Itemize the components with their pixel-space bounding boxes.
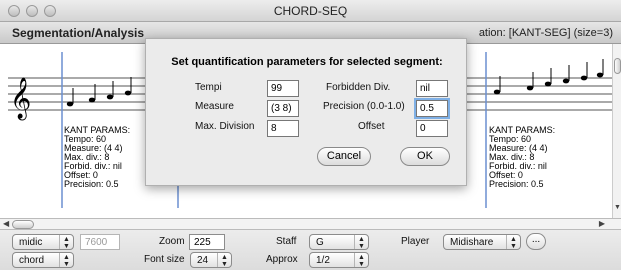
- font-size-label: Font size: [144, 254, 185, 265]
- player-options-button[interactable]: ...: [526, 233, 546, 250]
- staff-select[interactable]: G ▲ ▼: [309, 234, 369, 250]
- staff-label: Staff: [276, 236, 297, 247]
- kant-param-line: Precision: 0.5: [489, 179, 544, 189]
- scroll-left-icon[interactable]: ◀: [3, 219, 9, 228]
- mode-value-field: 7600: [80, 234, 120, 250]
- tempi-label: Tempi: [195, 82, 222, 93]
- chevron-updown-icon: ▲ ▼: [506, 235, 520, 250]
- chevron-updown-icon: ▲ ▼: [59, 253, 73, 268]
- ok-button[interactable]: OK: [400, 147, 450, 166]
- max-division-label: Max. Division: [195, 121, 255, 132]
- kant-params-right: KANT PARAMS: Tempo: 60 Measure: (4 4) Ma…: [489, 126, 555, 189]
- player-select[interactable]: Midishare ▲ ▼: [443, 234, 521, 250]
- controls-bar: midic ▲ ▼ 7600 chord ▲ ▼ Zoom 225 Font siz…: [0, 230, 621, 270]
- segmentation-title: Segmentation/Analysis: [12, 26, 145, 40]
- measure-label: Measure: [195, 101, 234, 112]
- measure-field[interactable]: (3 8): [267, 100, 299, 117]
- tempi-field[interactable]: 99: [267, 80, 299, 97]
- forbidden-div-label: Forbidden Div.: [326, 82, 391, 93]
- mode-select[interactable]: midic ▲ ▼: [12, 234, 74, 250]
- scroll-down-icon[interactable]: ▼: [614, 204, 621, 211]
- chevron-updown-icon: ▲ ▼: [59, 235, 73, 250]
- mode-select-value: midic: [19, 237, 43, 248]
- player-value: Midishare: [450, 237, 494, 248]
- treble-clef-icon: 𝄞: [10, 77, 31, 120]
- staff-value: G: [316, 237, 324, 248]
- chevron-updown-icon: ▲ ▼: [354, 253, 368, 268]
- vertical-scrollbar[interactable]: ▼: [612, 44, 621, 218]
- zoom-field[interactable]: 225: [189, 234, 225, 250]
- view-select[interactable]: chord ▲ ▼: [12, 252, 74, 268]
- kant-params-left: KANT PARAMS: Tempo: 60 Measure: (4 4) Ma…: [64, 126, 130, 189]
- precision-field[interactable]: 0.5: [414, 98, 450, 119]
- player-label: Player: [401, 236, 430, 247]
- max-division-field[interactable]: 8: [267, 120, 299, 137]
- chevron-updown-icon: ▲ ▼: [354, 235, 368, 250]
- window-title: CHORD-SEQ: [273, 4, 348, 18]
- scroll-right-icon[interactable]: ▶: [599, 219, 605, 228]
- offset-field[interactable]: 0: [416, 120, 448, 137]
- vertical-scroll-thumb[interactable]: [614, 58, 621, 74]
- dialog-title: Set quantification parameters for select…: [171, 56, 443, 68]
- title-bar: CHORD-SEQ: [0, 0, 621, 22]
- cancel-button[interactable]: Cancel: [317, 147, 371, 166]
- offset-label: Offset: [358, 121, 385, 132]
- kant-param-line: Precision: 0.5: [64, 179, 119, 189]
- precision-label: Precision (0.0-1.0): [323, 101, 405, 112]
- font-size-value: 24: [197, 255, 209, 266]
- font-size-select[interactable]: 24 ▲ ▼: [190, 252, 232, 268]
- horizontal-scrollbar[interactable]: ◀ ▶: [0, 218, 621, 230]
- chevron-updown-icon: ▲ ▼: [217, 253, 231, 268]
- forbidden-div-field[interactable]: nil: [416, 80, 448, 97]
- horizontal-scroll-thumb[interactable]: [12, 220, 34, 229]
- segmentation-info: ation: [KANT-SEG] (size=3): [478, 27, 613, 39]
- approx-label: Approx: [266, 254, 298, 265]
- quantification-dialog: Set quantification parameters for select…: [145, 38, 467, 186]
- notes-right[interactable]: [493, 59, 604, 95]
- approx-value: 1/2: [316, 255, 330, 266]
- zoom-label: Zoom: [159, 236, 185, 247]
- approx-select[interactable]: 1/2 ▲ ▼: [309, 252, 369, 268]
- view-select-value: chord: [19, 255, 45, 266]
